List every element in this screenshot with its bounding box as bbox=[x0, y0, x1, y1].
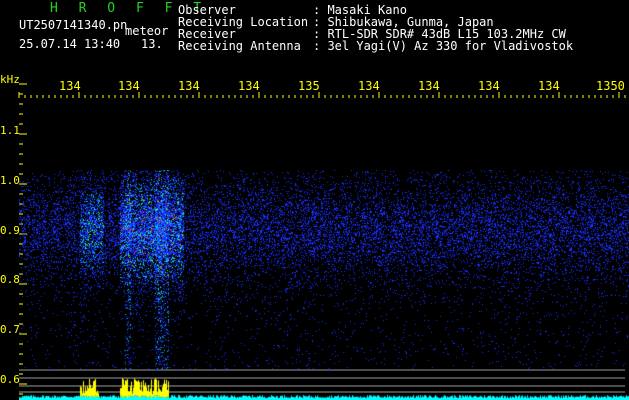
signal-level-strip bbox=[19, 368, 629, 400]
waterfall-spectrogram bbox=[19, 170, 629, 370]
